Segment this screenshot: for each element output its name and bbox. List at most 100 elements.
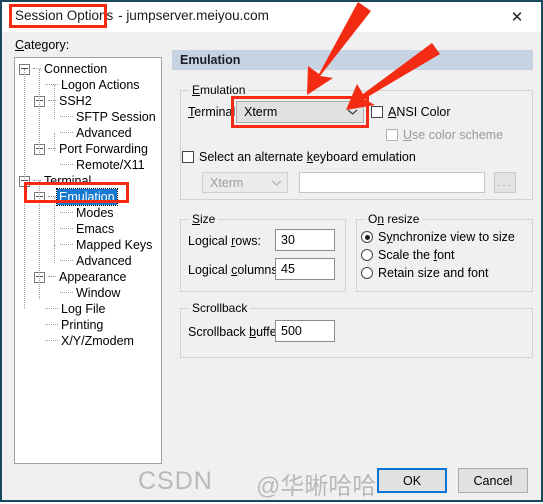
tree-connector [60, 260, 73, 262]
alternate-keyboard-path-input[interactable] [299, 172, 485, 193]
tree-item-log-file[interactable]: Log File [19, 301, 161, 317]
panel-header-title: Emulation [180, 53, 241, 67]
window-title-app: Session Options [15, 8, 114, 23]
tree-item-label: Printing [61, 318, 104, 332]
tree-connector [45, 340, 58, 342]
tree-guide-line [54, 133, 56, 151]
use-color-scheme-label: Use color scheme [403, 128, 504, 142]
tree-guide-line [54, 85, 56, 119]
tree-item-label: Emacs [76, 222, 115, 236]
tree-item-label: Remote/X11 [76, 158, 145, 172]
tree-item-x-y-zmodem[interactable]: X/Y/Zmodem [19, 333, 161, 349]
scrollback-buffer-input[interactable]: 500 [275, 320, 335, 342]
tree-connector [45, 84, 58, 86]
watermark-text-right: @华晰哈哈 [256, 473, 377, 500]
ok-button[interactable]: OK [377, 468, 447, 493]
ansi-color-checkbox[interactable]: ANSI Color [371, 105, 451, 119]
tree-connector [60, 244, 73, 246]
tree-item-label: SFTP Session [76, 110, 156, 124]
alternate-keyboard-checkbox-box [182, 151, 194, 163]
use-color-scheme-checkbox: Use color scheme [386, 128, 503, 142]
tree-connector [45, 308, 58, 310]
panel-header: Emulation [172, 50, 533, 70]
radio-retain-size[interactable]: Retain size and font [361, 266, 489, 280]
tree-item-label: Emulation [56, 188, 118, 206]
browse-button: ... [494, 172, 516, 193]
alternate-keyboard-checkbox[interactable]: Select an alternate keyboard emulation [182, 150, 416, 164]
scrollback-buffer-label: Scrollback buffer: [188, 325, 285, 339]
category-label-accel: C [15, 38, 25, 52]
tree-connector [60, 212, 73, 214]
ansi-color-checkbox-box [371, 106, 383, 118]
emulation-group-legend: Emulation [189, 83, 249, 97]
tree-item-label: Terminal [44, 174, 92, 188]
logical-rows-input[interactable]: 30 [275, 229, 335, 251]
tree-guide-line [54, 245, 56, 263]
logical-rows-label: Logical rows: [188, 234, 261, 248]
tree-item-label: Modes [76, 206, 114, 220]
logical-columns-label: Logical columns: [188, 263, 282, 277]
ok-button-label: OK [402, 473, 422, 488]
terminal-dropdown[interactable]: Xterm [236, 101, 364, 123]
size-group-legend: Size [189, 212, 219, 226]
browse-button-label: ... [497, 176, 513, 189]
alternate-keyboard-dropdown: Xterm [202, 172, 288, 193]
tree-connector [60, 228, 73, 230]
close-icon[interactable]: ✕ [497, 4, 537, 30]
tree-item-label: Log File [61, 302, 106, 316]
terminal-label: Terminal: [188, 105, 239, 119]
radio-scale-font-dot [361, 249, 373, 261]
tree-connector [60, 164, 73, 166]
cancel-button[interactable]: Cancel [458, 468, 528, 493]
tree-connector [48, 276, 56, 278]
scrollback-buffer-value: 500 [281, 324, 302, 338]
radio-retain-size-dot [361, 267, 373, 279]
window-title-separator: - [114, 8, 127, 23]
tree-guide-line [54, 197, 56, 249]
tree-guide-line [24, 69, 26, 309]
window-title: Session Options - jumpserver.meiyou.com [14, 8, 269, 23]
tree-connector [60, 116, 73, 118]
logical-rows-value: 30 [281, 233, 295, 247]
emulation-group-legend-text: mulation [200, 83, 246, 97]
tree-item-remote-x11[interactable]: Remote/X11 [19, 157, 161, 173]
title-bar: Session Options - jumpserver.meiyou.com … [2, 2, 541, 32]
tree-connector [60, 132, 73, 134]
tree-item-label: Advanced [76, 126, 132, 140]
alternate-keyboard-dropdown-value: Xterm [210, 175, 244, 190]
category-label-rest: ategory: [24, 38, 70, 52]
tree-item-printing[interactable]: Printing [19, 317, 161, 333]
tree-item-label: Appearance [59, 270, 127, 284]
tree-connector [60, 292, 73, 294]
radio-retain-size-label: Retain size and font [378, 266, 489, 280]
cancel-button-label: Cancel [473, 473, 513, 488]
tree-item-label: SSH2 [59, 94, 92, 108]
tree-guide-line [39, 69, 41, 155]
on-resize-group-legend: On resize [365, 212, 423, 226]
tree-item-label: Advanced [76, 254, 132, 268]
radio-synchronize-view-label: Synchronize view to size [378, 230, 515, 244]
tree-guide-line [39, 181, 41, 299]
radio-scale-font[interactable]: Scale the font [361, 248, 454, 262]
tree-item-label: Port Forwarding [59, 142, 148, 156]
tree-item-label: Window [76, 286, 121, 300]
tree-item-label: Mapped Keys [76, 238, 153, 252]
logical-columns-input[interactable]: 45 [275, 258, 335, 280]
category-tree[interactable]: Connection Logon Actions SSH2 SFTP Session A… [14, 57, 162, 464]
tree-connector [45, 324, 58, 326]
session-options-dialog: Session Options - jumpserver.meiyou.com … [0, 0, 543, 502]
tree-item-label: Connection [44, 62, 108, 76]
scrollback-group-legend: Scrollback [189, 301, 251, 315]
radio-scale-font-label: Scale the font [378, 248, 455, 262]
radio-synchronize-view-dot [361, 231, 373, 243]
radio-synchronize-view[interactable]: Synchronize view to size [361, 230, 515, 244]
ansi-color-label: ANSI Color [388, 105, 451, 119]
category-label: Category: [15, 38, 69, 52]
close-glyph: ✕ [510, 9, 524, 26]
window-title-host: jumpserver.meiyou.com [126, 8, 269, 23]
logical-columns-value: 45 [281, 262, 295, 276]
chevron-down-icon [341, 108, 363, 116]
tree-item-label: Logon Actions [61, 78, 140, 92]
chevron-down-icon-alt [265, 179, 287, 187]
alternate-keyboard-label: Select an alternate keyboard emulation [199, 150, 416, 164]
